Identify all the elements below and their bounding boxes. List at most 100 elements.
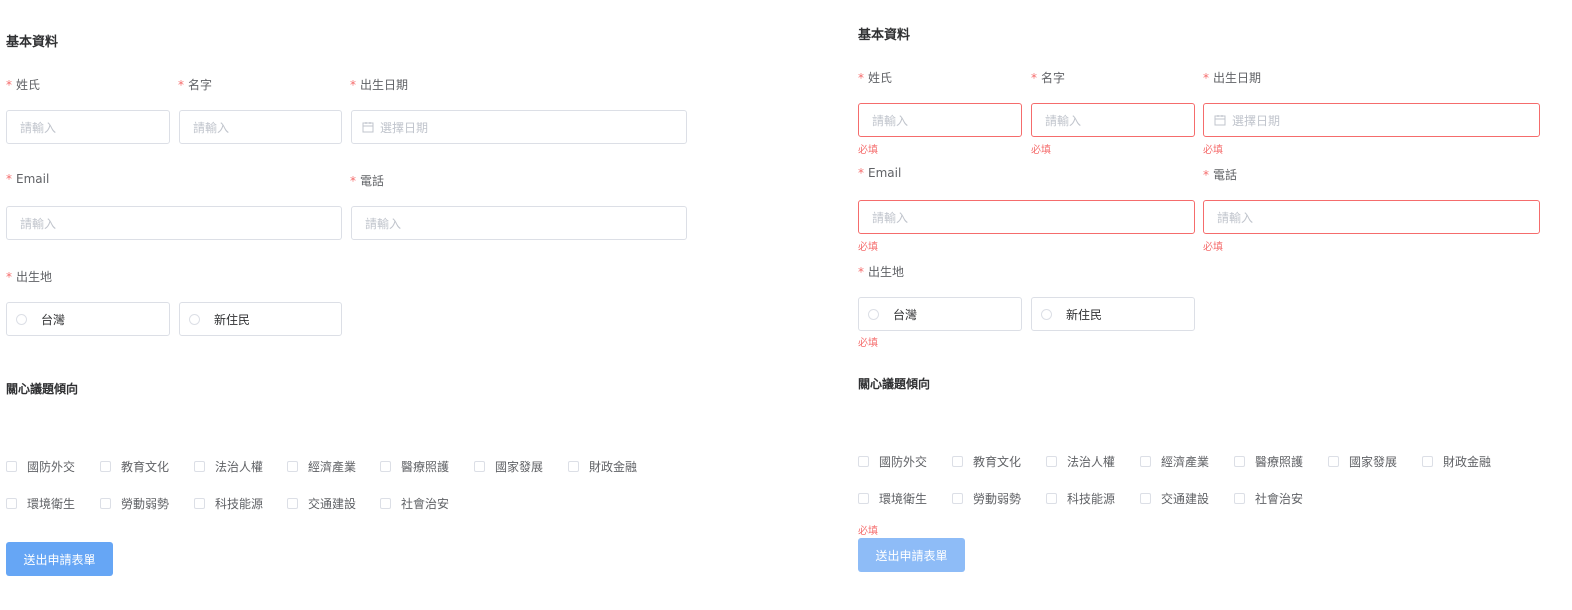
- checkbox-interest[interactable]: 教育文化: [952, 453, 1021, 470]
- radio-taiwan[interactable]: 台灣: [6, 302, 170, 336]
- checkbox-icon: [6, 498, 17, 509]
- birthdate-label: * 出生日期: [350, 78, 409, 92]
- checkbox-interest[interactable]: 科技能源: [194, 495, 263, 512]
- checkbox-icon: [1422, 456, 1433, 467]
- checkbox-interest[interactable]: 國防外交: [858, 453, 927, 470]
- checkbox-icon: [952, 456, 963, 467]
- error-message: 必填: [858, 526, 878, 537]
- section-title: 基本資料: [858, 28, 911, 43]
- checkbox-interest[interactable]: 國家發展: [1328, 453, 1397, 470]
- checkbox-interest[interactable]: 國家發展: [474, 458, 543, 475]
- birthdate-picker[interactable]: 選擇日期: [351, 110, 687, 144]
- first-name-input[interactable]: 請輸入: [1031, 103, 1195, 137]
- checkbox-interest[interactable]: 法治人權: [1046, 453, 1115, 470]
- checkbox-icon: [1046, 456, 1057, 467]
- phone-input[interactable]: 請輸入: [1203, 200, 1540, 234]
- date-placeholder: 選擇日期: [380, 120, 429, 135]
- radio-circle-icon: [16, 313, 27, 325]
- last-name-label: * 姓氏: [858, 71, 893, 85]
- checkbox-interest[interactable]: 社會治安: [1234, 490, 1303, 507]
- radio-new-immigrant[interactable]: 新住民: [179, 302, 342, 336]
- checkbox-interest[interactable]: 經濟產業: [287, 458, 356, 475]
- submit-button[interactable]: 送出申請表單: [858, 538, 965, 572]
- checkbox-interest[interactable]: 勞動弱勢: [100, 495, 169, 512]
- interest-title: 關心議題傾向: [6, 382, 79, 396]
- checkbox-icon: [380, 461, 391, 472]
- birthplace-label: * 出生地: [858, 265, 905, 279]
- birthplace-label: * 出生地: [6, 270, 53, 284]
- checkbox-icon: [380, 498, 391, 509]
- required-mark: *: [1031, 71, 1037, 85]
- checkbox-icon: [194, 461, 205, 472]
- birthdate-picker[interactable]: 選擇日期: [1203, 103, 1540, 137]
- checkbox-interest[interactable]: 交通建設: [287, 495, 356, 512]
- email-input[interactable]: 請輸入: [858, 200, 1195, 234]
- checkbox-icon: [287, 461, 298, 472]
- checkbox-icon: [474, 461, 485, 472]
- checkbox-interest[interactable]: 醫療照護: [1234, 453, 1303, 470]
- radio-circle-icon: [1041, 308, 1052, 320]
- checkbox-interest[interactable]: 科技能源: [1046, 490, 1115, 507]
- input-placeholder: 請輸入: [20, 120, 57, 135]
- checkbox-interest[interactable]: 社會治安: [380, 495, 449, 512]
- checkbox-icon: [1046, 493, 1057, 504]
- last-name-input[interactable]: 請輸入: [858, 103, 1022, 137]
- checkbox-interest[interactable]: 醫療照護: [380, 458, 449, 475]
- first-name-label: * 名字: [1031, 71, 1066, 85]
- last-name-input[interactable]: 請輸入: [6, 110, 170, 144]
- date-placeholder: 選擇日期: [1232, 113, 1281, 128]
- submit-button[interactable]: 送出申請表單: [6, 542, 113, 576]
- input-placeholder: 請輸入: [1045, 113, 1082, 128]
- calendar-icon: [362, 122, 374, 133]
- error-message: 必填: [858, 338, 878, 349]
- checkbox-interest[interactable]: 勞動弱勢: [952, 490, 1021, 507]
- section-title: 基本資料: [6, 35, 59, 50]
- checkbox-icon: [568, 461, 579, 472]
- calendar-icon: [1214, 115, 1226, 126]
- phone-label: * 電話: [1203, 168, 1238, 182]
- required-mark: *: [858, 166, 864, 180]
- checkbox-icon: [858, 456, 869, 467]
- first-name-input[interactable]: 請輸入: [179, 110, 342, 144]
- required-mark: *: [858, 71, 864, 85]
- radio-new-immigrant[interactable]: 新住民: [1031, 297, 1195, 331]
- checkbox-interest[interactable]: 環境衛生: [858, 490, 927, 507]
- error-message: 必填: [1031, 145, 1051, 156]
- checkbox-interest[interactable]: 環境衛生: [6, 495, 75, 512]
- checkbox-icon: [1140, 493, 1151, 504]
- required-mark: *: [1203, 168, 1209, 182]
- required-mark: *: [6, 270, 12, 284]
- error-message: 必填: [858, 145, 878, 156]
- input-placeholder: 請輸入: [193, 120, 230, 135]
- checkbox-interest[interactable]: 財政金融: [1422, 453, 1491, 470]
- checkbox-icon: [1140, 456, 1151, 467]
- last-name-label: * 姓氏: [6, 78, 41, 92]
- email-label: * Email: [6, 172, 50, 186]
- checkbox-icon: [1234, 493, 1245, 504]
- input-placeholder: 請輸入: [20, 216, 57, 231]
- checkbox-interest[interactable]: 財政金融: [568, 458, 637, 475]
- required-mark: *: [858, 265, 864, 279]
- checkbox-interest[interactable]: 法治人權: [194, 458, 263, 475]
- input-placeholder: 請輸入: [872, 113, 909, 128]
- checkbox-interest[interactable]: 交通建設: [1140, 490, 1209, 507]
- error-message: 必填: [1203, 242, 1223, 253]
- required-mark: *: [1203, 71, 1209, 85]
- checkbox-icon: [1328, 456, 1339, 467]
- error-message: 必填: [1203, 145, 1223, 156]
- email-label: * Email: [858, 166, 902, 180]
- email-input[interactable]: 請輸入: [6, 206, 342, 240]
- checkbox-interest[interactable]: 經濟產業: [1140, 453, 1209, 470]
- input-placeholder: 請輸入: [1217, 210, 1254, 225]
- checkbox-icon: [100, 498, 111, 509]
- checkbox-icon: [194, 498, 205, 509]
- phone-label: * 電話: [350, 174, 385, 188]
- checkbox-interest[interactable]: 國防外交: [6, 458, 75, 475]
- phone-input[interactable]: 請輸入: [351, 206, 687, 240]
- checkbox-interest[interactable]: 教育文化: [100, 458, 169, 475]
- checkbox-icon: [6, 461, 17, 472]
- required-mark: *: [6, 172, 12, 186]
- radio-taiwan[interactable]: 台灣: [858, 297, 1022, 331]
- input-placeholder: 請輸入: [872, 210, 909, 225]
- radio-circle-icon: [189, 313, 200, 325]
